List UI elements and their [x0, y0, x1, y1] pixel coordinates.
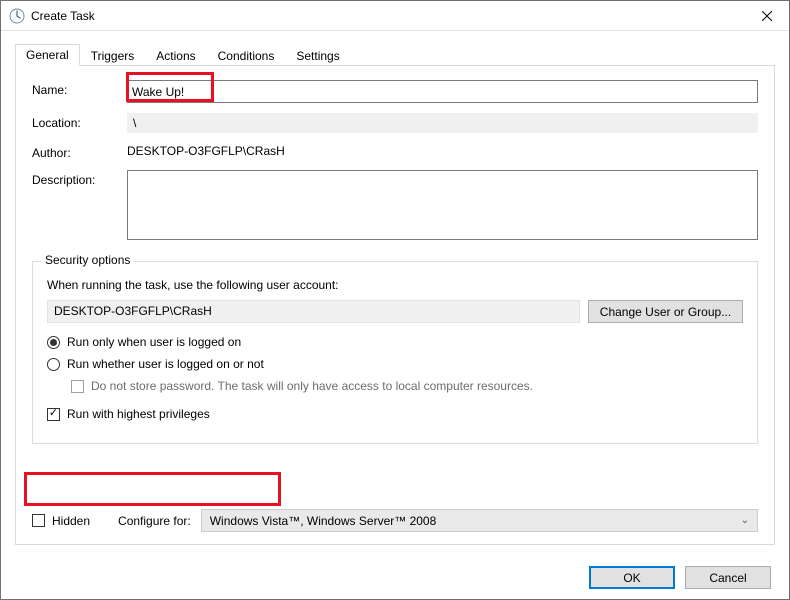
- ok-button[interactable]: OK: [589, 566, 675, 589]
- title-bar: Create Task: [1, 1, 789, 31]
- highest-privileges-label: Run with highest privileges: [67, 407, 210, 421]
- tab-settings[interactable]: Settings: [285, 45, 350, 66]
- window-title: Create Task: [31, 9, 95, 23]
- annotation-highlight-privileges: [24, 472, 281, 506]
- chevron-down-icon: ⌄: [741, 515, 749, 526]
- highest-privileges-check[interactable]: Run with highest privileges: [47, 407, 743, 421]
- name-input[interactable]: [127, 80, 758, 103]
- security-legend: Security options: [41, 253, 134, 267]
- tab-panel-general: Name: Location: \ Author: DESKTOP-O3FGFL…: [15, 65, 775, 545]
- radio-icon: [47, 336, 60, 349]
- description-label: Description:: [32, 170, 127, 187]
- author-label: Author:: [32, 143, 127, 160]
- configure-for-value: Windows Vista™, Windows Server™ 2008: [210, 514, 437, 528]
- author-value: DESKTOP-O3FGFLP\CRasH: [127, 143, 758, 158]
- hidden-label: Hidden: [52, 514, 90, 528]
- configure-for-label: Configure for:: [118, 514, 191, 528]
- dont-store-label: Do not store password. The task will onl…: [91, 379, 533, 393]
- cancel-button[interactable]: Cancel: [685, 566, 771, 589]
- security-account-value: DESKTOP-O3FGFLP\CRasH: [47, 300, 580, 323]
- close-button[interactable]: [744, 1, 789, 31]
- name-label: Name:: [32, 80, 127, 97]
- location-value: \: [127, 113, 758, 133]
- location-label: Location:: [32, 113, 127, 130]
- configure-for-dropdown[interactable]: Windows Vista™, Windows Server™ 2008 ⌄: [201, 509, 758, 532]
- security-prompt: When running the task, use the following…: [47, 278, 743, 292]
- radio-logged-on-label: Run only when user is logged on: [67, 335, 241, 349]
- radio-whether-logged[interactable]: Run whether user is logged on or not: [47, 357, 743, 371]
- dont-store-password: Do not store password. The task will onl…: [71, 379, 743, 393]
- tab-actions[interactable]: Actions: [145, 45, 206, 66]
- checkbox-icon: [71, 380, 84, 393]
- radio-whether-logged-label: Run whether user is logged on or not: [67, 357, 264, 371]
- change-user-button[interactable]: Change User or Group...: [588, 300, 743, 323]
- radio-icon: [47, 358, 60, 371]
- task-scheduler-icon: [9, 8, 25, 24]
- tab-strip: General Triggers Actions Conditions Sett…: [15, 43, 775, 65]
- tab-conditions[interactable]: Conditions: [207, 45, 286, 66]
- checkbox-icon: [32, 514, 45, 527]
- tab-general[interactable]: General: [15, 44, 80, 66]
- close-icon: [762, 11, 772, 21]
- description-input[interactable]: [127, 170, 758, 240]
- tab-triggers[interactable]: Triggers: [80, 45, 146, 66]
- checkbox-icon: [47, 408, 60, 421]
- radio-logged-on[interactable]: Run only when user is logged on: [47, 335, 743, 349]
- hidden-check[interactable]: Hidden: [32, 514, 90, 528]
- security-options-group: Security options When running the task, …: [32, 261, 758, 444]
